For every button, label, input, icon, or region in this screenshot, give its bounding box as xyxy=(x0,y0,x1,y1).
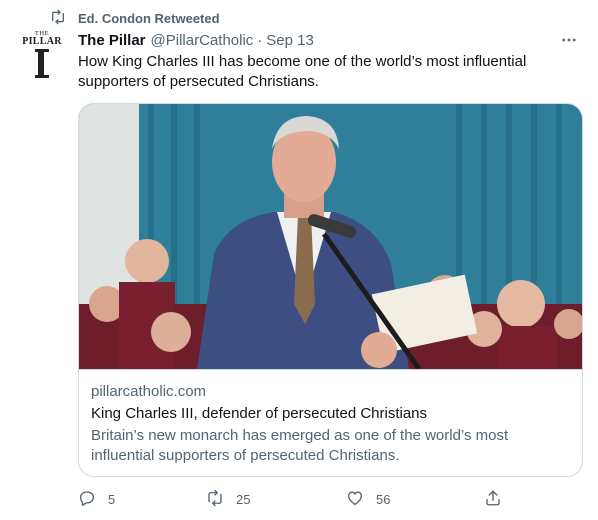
card-body: pillarcatholic.com King Charles III, def… xyxy=(79,369,582,476)
link-card[interactable]: pillarcatholic.com King Charles III, def… xyxy=(78,103,583,477)
like-button[interactable]: 56 xyxy=(346,489,390,510)
avatar-text-pillar: PILLAR xyxy=(22,36,62,47)
like-icon xyxy=(346,489,364,510)
separator-dot: · xyxy=(257,31,263,49)
reply-count: 5 xyxy=(108,491,116,507)
reply-icon xyxy=(78,489,96,510)
reply-button[interactable]: 5 xyxy=(78,489,115,510)
retweet-indicator-icon xyxy=(50,9,66,28)
retweet-button[interactable]: 25 xyxy=(206,489,250,510)
share-button[interactable] xyxy=(484,489,502,510)
retweet-indicator[interactable]: Ed. Condon Retweeted xyxy=(50,9,220,27)
author-handle[interactable]: @PillarCatholic xyxy=(151,32,254,49)
tweet-text: How King Charles III has become one of t… xyxy=(78,53,527,90)
retweet-icon xyxy=(206,489,224,510)
tweet-date[interactable]: Sep 13 xyxy=(266,32,314,49)
pillar-logo-icon xyxy=(35,49,49,78)
author-name[interactable]: The Pillar xyxy=(78,32,146,49)
retweet-count: 25 xyxy=(236,491,251,507)
retweet-label: Ed. Condon Retweeted xyxy=(78,10,220,26)
share-icon xyxy=(484,489,502,510)
card-image[interactable] xyxy=(79,104,582,369)
tweet-actions: 5 25 56 xyxy=(78,488,503,510)
tweet-header: The Pillar @PillarCatholic · Sep 13 xyxy=(78,30,578,50)
card-title: King Charles III, defender of persecuted… xyxy=(91,405,428,422)
card-domain: pillarcatholic.com xyxy=(91,383,207,400)
card-description: Britain’s new monarch has emerged as one… xyxy=(91,427,509,464)
avatar[interactable]: THE PILLAR xyxy=(18,30,66,78)
more-icon[interactable] xyxy=(558,30,580,50)
like-count: 56 xyxy=(376,491,391,507)
